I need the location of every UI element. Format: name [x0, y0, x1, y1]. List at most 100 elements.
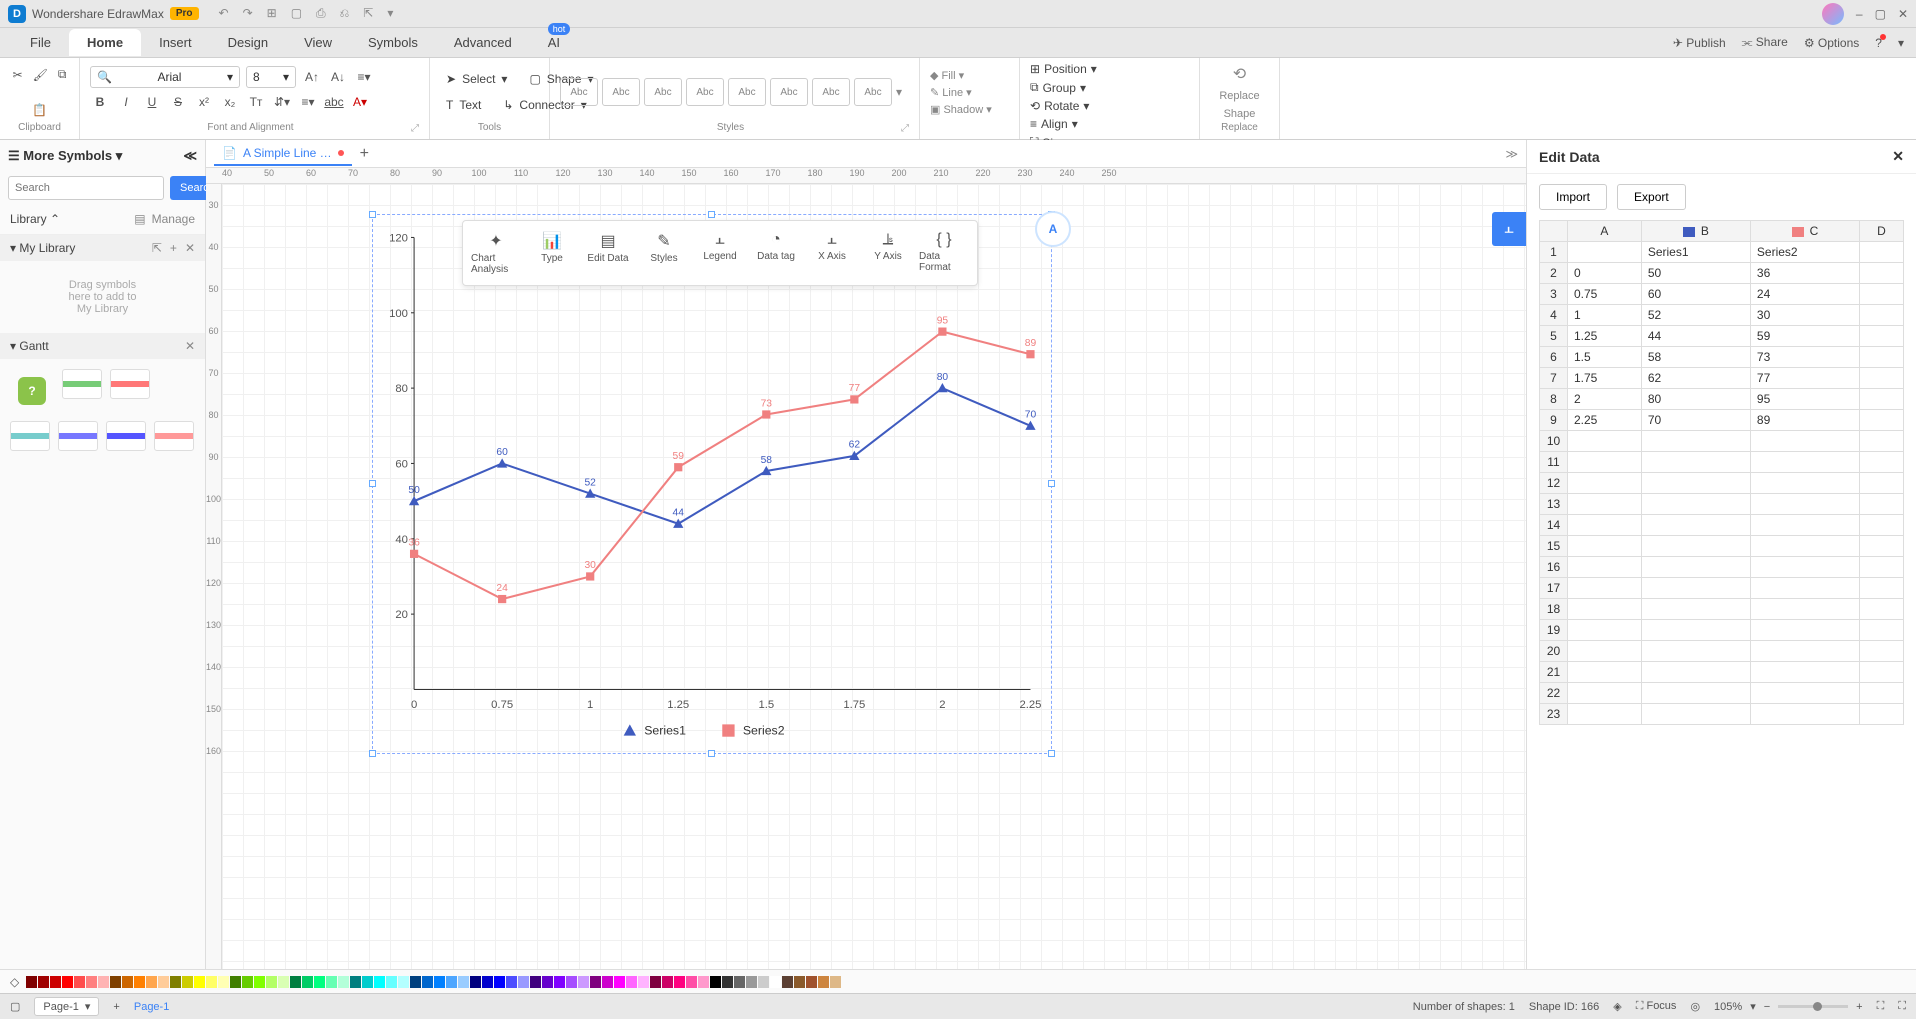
italic-icon[interactable]: I: [116, 92, 136, 112]
gantt-thumb[interactable]: [110, 369, 150, 399]
style-thumb[interactable]: Abc: [812, 78, 850, 106]
superscript-icon[interactable]: x²: [194, 92, 214, 112]
strike-icon[interactable]: S: [168, 92, 188, 112]
color-swatch[interactable]: [674, 976, 685, 988]
mylib-add-icon[interactable]: +: [170, 241, 177, 255]
color-swatch[interactable]: [782, 976, 793, 988]
font-family-select[interactable]: 🔍 Arial ▾: [90, 66, 240, 88]
mylib-export-icon[interactable]: ⇱: [152, 241, 162, 255]
grow-font-icon[interactable]: A↑: [302, 67, 322, 87]
cut-icon[interactable]: ✂: [13, 68, 23, 82]
font-expand-icon[interactable]: ⤢: [411, 123, 419, 134]
color-swatch[interactable]: [170, 976, 181, 988]
symbol-search-input[interactable]: [8, 176, 164, 200]
paste-icon[interactable]: 📋: [32, 103, 47, 117]
resize-handle[interactable]: [369, 211, 376, 218]
maximize-button[interactable]: ▢: [1875, 7, 1886, 21]
menu-file[interactable]: File: [12, 29, 69, 56]
publish-button[interactable]: ✈ Publish: [1673, 36, 1726, 50]
color-swatch[interactable]: [434, 976, 445, 988]
color-swatch[interactable]: [518, 976, 529, 988]
print-icon[interactable]: ⎌: [340, 6, 350, 21]
color-swatch[interactable]: [86, 976, 97, 988]
gantt-thumb[interactable]: [58, 421, 98, 451]
page-select[interactable]: Page-1 ▾: [34, 997, 99, 1016]
style-thumb[interactable]: Abc: [770, 78, 808, 106]
styles-expand-icon[interactable]: ⤢: [901, 123, 909, 134]
menu-view[interactable]: View: [286, 29, 350, 56]
chart-tool-data-tag[interactable]: ◔Data tag: [749, 227, 803, 279]
gantt-close-icon[interactable]: ✕: [185, 339, 195, 353]
chart-tool-styles[interactable]: ✎Styles: [637, 227, 691, 279]
menu-symbols[interactable]: Symbols: [350, 29, 436, 56]
save-icon[interactable]: ⎙: [316, 6, 326, 21]
color-swatch[interactable]: [542, 976, 553, 988]
dropdown-icon[interactable]: ▾: [1898, 36, 1904, 50]
color-swatch[interactable]: [194, 976, 205, 988]
layers-icon[interactable]: ◈: [1613, 1000, 1621, 1013]
align-button[interactable]: ≡ Align▾: [1030, 117, 1108, 131]
color-swatch[interactable]: [602, 976, 613, 988]
fitpage-icon[interactable]: ⛶: [1877, 1000, 1885, 1013]
close-button[interactable]: ✕: [1898, 7, 1908, 21]
bucket-icon[interactable]: ◇: [10, 975, 19, 989]
color-swatch[interactable]: [458, 976, 469, 988]
bold-icon[interactable]: B: [90, 92, 110, 112]
highlight-icon[interactable]: abc: [324, 92, 344, 112]
color-swatch[interactable]: [830, 976, 841, 988]
collapse-panel-icon[interactable]: ≪: [183, 148, 197, 164]
select-tool[interactable]: ➤ Select ▾: [440, 70, 513, 88]
style-thumb[interactable]: Abc: [644, 78, 682, 106]
color-swatch[interactable]: [710, 976, 721, 988]
help-icon[interactable]: ?: [1875, 36, 1882, 50]
case-icon[interactable]: Tт: [246, 92, 266, 112]
export-button[interactable]: Export: [1617, 184, 1686, 210]
color-swatch[interactable]: [746, 976, 757, 988]
target-icon[interactable]: ◎: [1690, 1000, 1700, 1013]
color-swatch[interactable]: [794, 976, 805, 988]
color-swatch[interactable]: [326, 976, 337, 988]
color-swatch[interactable]: [314, 976, 325, 988]
chart-tool-chart-analysis[interactable]: ✦Chart Analysis: [469, 227, 523, 279]
color-swatch[interactable]: [122, 976, 133, 988]
style-thumb[interactable]: Abc: [854, 78, 892, 106]
position-button[interactable]: ⊞ Position▾: [1030, 62, 1108, 76]
color-swatch[interactable]: [26, 976, 37, 988]
color-swatch[interactable]: [554, 976, 565, 988]
color-swatch[interactable]: [494, 976, 505, 988]
color-swatch[interactable]: [722, 976, 733, 988]
color-swatch[interactable]: [362, 976, 373, 988]
resize-handle[interactable]: [708, 750, 715, 757]
gantt-thumb[interactable]: [106, 421, 146, 451]
page-tab[interactable]: Page-1: [134, 1001, 169, 1013]
undo-icon[interactable]: ↶: [219, 6, 229, 21]
resize-handle[interactable]: [708, 211, 715, 218]
color-swatch[interactable]: [230, 976, 241, 988]
color-swatch[interactable]: [566, 976, 577, 988]
color-swatch[interactable]: [290, 976, 301, 988]
color-swatch[interactable]: [218, 976, 229, 988]
chart-tool-type[interactable]: 📊Type: [525, 227, 579, 279]
doc-tab[interactable]: 📄 A Simple Line …: [214, 142, 352, 166]
copy-icon[interactable]: ⧉: [58, 67, 67, 82]
list-icon[interactable]: ≡▾: [298, 92, 318, 112]
color-swatch[interactable]: [386, 976, 397, 988]
data-grid[interactable]: ABCD1Series1Series220503630.756024415230…: [1527, 220, 1916, 969]
color-swatch[interactable]: [482, 976, 493, 988]
align-menu-icon[interactable]: ≡▾: [354, 67, 374, 87]
focus-button[interactable]: ⛶ Focus: [1636, 1000, 1677, 1013]
mylibrary-header[interactable]: ▾ My Library: [10, 241, 75, 255]
import-button[interactable]: Import: [1539, 184, 1607, 210]
underline-icon[interactable]: U: [142, 92, 162, 112]
style-thumb[interactable]: Abc: [602, 78, 640, 106]
resize-handle[interactable]: [1048, 480, 1055, 487]
color-swatch[interactable]: [626, 976, 637, 988]
color-swatch[interactable]: [50, 976, 61, 988]
color-swatch[interactable]: [638, 976, 649, 988]
linespacing-icon[interactable]: ⇵▾: [272, 92, 292, 112]
chart-tool-data-format[interactable]: { }Data Format: [917, 227, 971, 279]
chart-ai-badge-icon[interactable]: A: [1035, 211, 1071, 247]
color-swatch[interactable]: [62, 976, 73, 988]
color-swatch[interactable]: [398, 976, 409, 988]
mylib-close-icon[interactable]: ✕: [185, 241, 195, 255]
